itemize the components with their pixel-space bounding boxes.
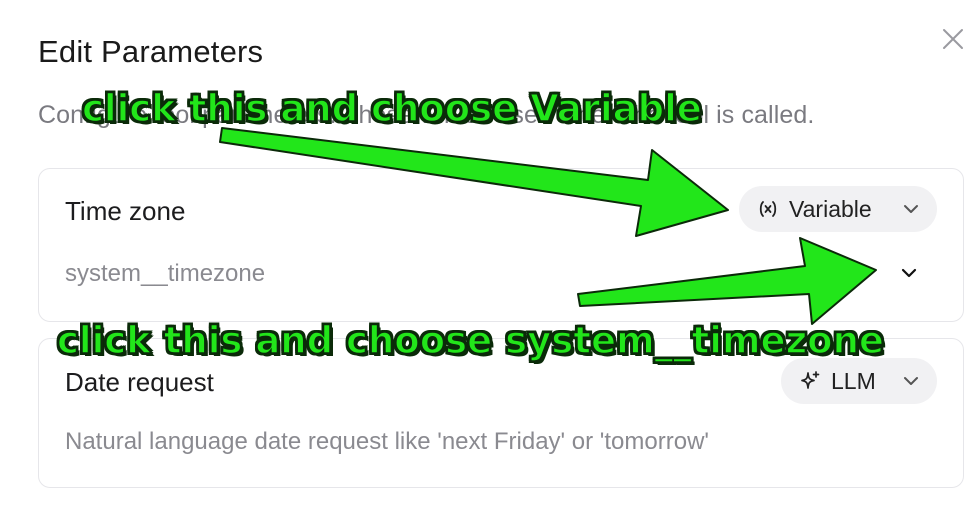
sparkle-icon	[801, 371, 820, 389]
variable-value-dropdown[interactable]	[897, 261, 921, 285]
variable-icon	[759, 201, 777, 217]
chevron-down-icon	[904, 205, 918, 213]
parameter-name: Date request	[65, 367, 214, 397]
dialog-title: Edit Parameters	[38, 34, 264, 69]
mode-select-variable[interactable]: Variable	[739, 186, 937, 232]
close-button[interactable]	[936, 22, 970, 56]
chevron-down-icon	[904, 377, 918, 385]
mode-select-llm[interactable]: LLM	[781, 358, 937, 404]
parameter-description: Natural language date request like 'next…	[65, 428, 709, 455]
mode-label: Variable	[789, 195, 872, 222]
close-icon	[943, 29, 963, 49]
parameter-card-time-zone: Time zone Variable system__timezone	[38, 168, 964, 322]
parameter-name: Time zone	[65, 196, 186, 226]
annotation-caption-timezone: click this and choose system__timezone	[56, 319, 885, 362]
variable-value: system__timezone	[65, 260, 266, 287]
mode-label: LLM	[831, 367, 876, 394]
edit-parameters-dialog: Edit Parameters Configure tool parameter…	[0, 0, 976, 514]
annotation-caption-variable: click this and choose Variable	[81, 87, 702, 130]
chevron-down-icon	[901, 268, 917, 278]
